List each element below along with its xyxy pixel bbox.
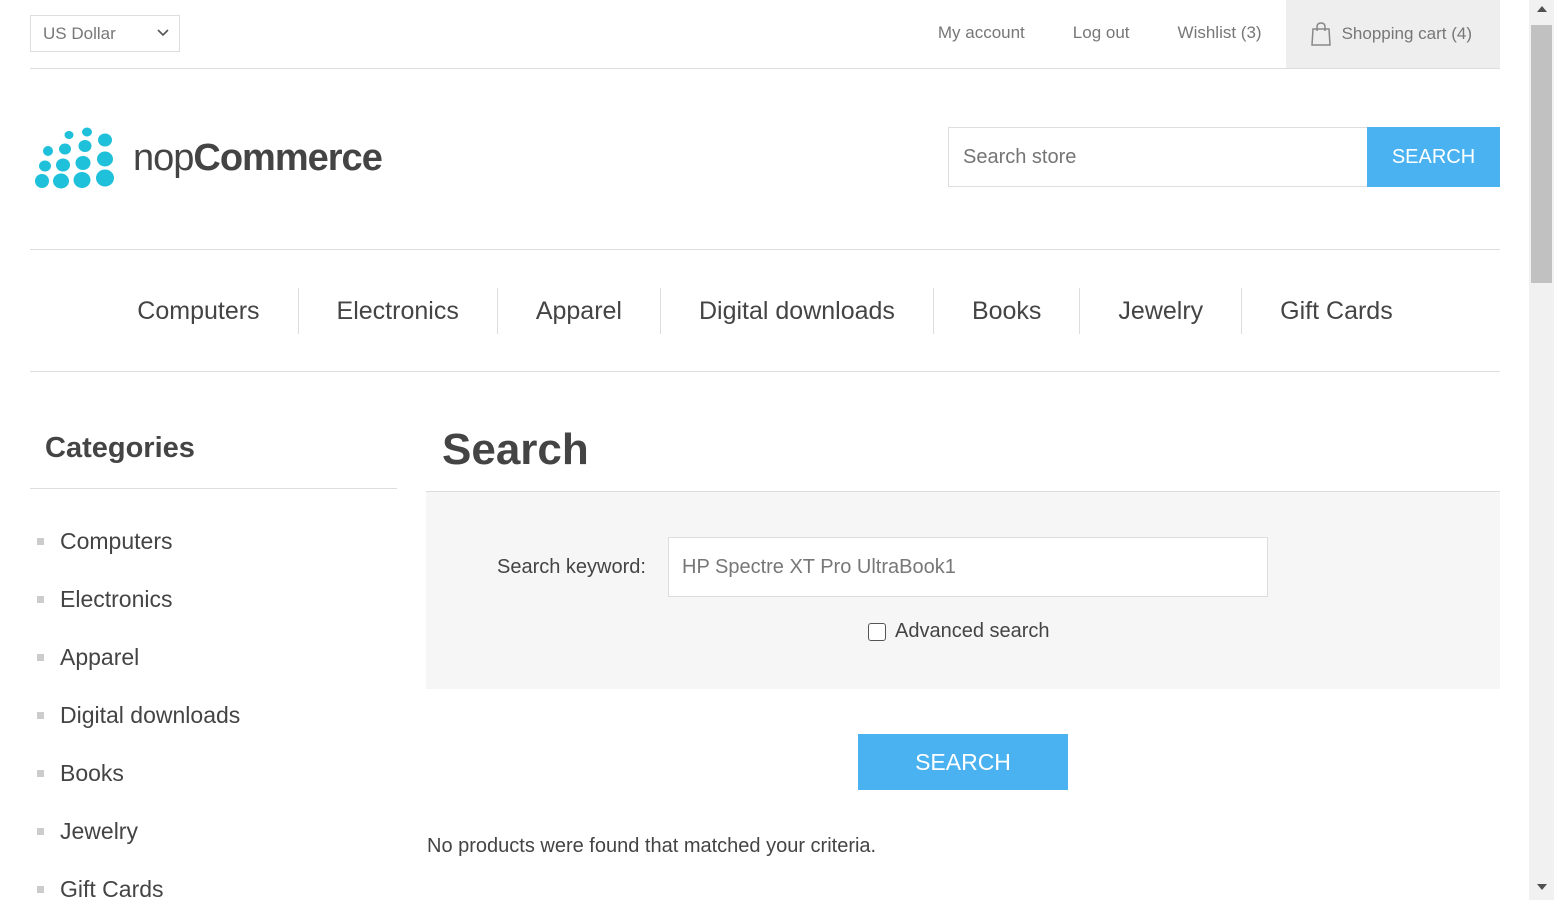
- bullet-icon: [37, 595, 44, 603]
- wishlist-link[interactable]: Wishlist (3): [1154, 0, 1286, 68]
- currency-select[interactable]: US Dollar: [30, 15, 180, 52]
- top-menu: Computers Electronics Apparel Digital do…: [30, 249, 1500, 372]
- sidebar-item-label: Gift Cards: [60, 875, 164, 900]
- logo-text-light: nop: [133, 136, 194, 179]
- bullet-icon: [37, 885, 44, 893]
- scroll-down-arrow-icon[interactable]: [1537, 884, 1547, 890]
- sidebar-item-books[interactable]: Books: [37, 744, 240, 802]
- top-menu-item-books[interactable]: Books: [932, 287, 1079, 334]
- bullet-icon: [37, 769, 44, 777]
- shopping-cart-label: Shopping cart (4): [1341, 24, 1472, 43]
- search-keyword-label: Search keyword:: [497, 556, 646, 578]
- currency-selected: US Dollar: [43, 24, 116, 43]
- sidebar-item-label: Computers: [60, 527, 173, 554]
- sidebar-item-apparel[interactable]: Apparel: [37, 628, 240, 686]
- top-menu-item-electronics[interactable]: Electronics: [297, 287, 497, 334]
- header-links: My account Log out Wishlist (3) Shopping…: [914, 0, 1500, 68]
- top-menu-item-gift-cards[interactable]: Gift Cards: [1241, 287, 1431, 334]
- search-button[interactable]: SEARCH: [858, 734, 1068, 790]
- top-menu-item-apparel[interactable]: Apparel: [496, 287, 660, 334]
- search-keyword-input[interactable]: [668, 537, 1268, 597]
- bullet-icon: [37, 653, 44, 661]
- top-menu-item-computers[interactable]: Computers: [99, 288, 297, 334]
- store-search-button[interactable]: SEARCH: [1367, 127, 1500, 187]
- page-title: Search: [442, 425, 589, 474]
- shopping-bag-icon: [1310, 22, 1331, 46]
- sidebar-item-label: Apparel: [60, 643, 140, 670]
- shopping-cart-link[interactable]: Shopping cart (4): [1285, 0, 1500, 68]
- my-account-link[interactable]: My account: [914, 0, 1049, 68]
- top-menu-item-digital-downloads[interactable]: Digital downloads: [659, 287, 933, 334]
- bullet-icon: [37, 537, 44, 545]
- sidebar-item-digital-downloads[interactable]: Digital downloads: [37, 686, 240, 744]
- header-upper: US Dollar My account Log out Wishlist (3…: [30, 0, 1500, 69]
- vertical-scrollbar[interactable]: [1529, 0, 1554, 900]
- sidebar-item-label: Books: [60, 759, 124, 786]
- sidebar-item-gift-cards[interactable]: Gift Cards: [37, 860, 240, 900]
- scroll-up-arrow-icon[interactable]: [1537, 6, 1547, 12]
- sidebar-item-label: Electronics: [60, 585, 173, 612]
- page: US Dollar My account Log out Wishlist (3…: [0, 0, 1554, 900]
- advanced-search-checkbox[interactable]: [868, 622, 886, 641]
- sidebar-item-computers[interactable]: Computers: [37, 512, 240, 570]
- store-logo[interactable]: nopCommerce: [33, 126, 383, 190]
- store-search-input[interactable]: [948, 127, 1368, 187]
- sidebar-divider: [30, 488, 397, 489]
- bullet-icon: [37, 827, 44, 835]
- sidebar-item-electronics[interactable]: Electronics: [37, 570, 240, 628]
- log-out-link[interactable]: Log out: [1049, 0, 1154, 68]
- scrollbar-thumb[interactable]: [1531, 25, 1552, 283]
- advanced-search-label[interactable]: Advanced search: [895, 620, 1050, 643]
- search-panel: Search keyword: Advanced search: [426, 492, 1500, 689]
- no-results-message: No products were found that matched your…: [427, 835, 877, 857]
- advanced-search-option: Advanced search: [868, 620, 1050, 643]
- sidebar-title: Categories: [45, 432, 195, 464]
- bullet-icon: [37, 711, 44, 719]
- logo-text: nopCommerce: [133, 136, 383, 180]
- sidebar-item-label: Jewelry: [60, 817, 138, 844]
- sidebar-item-label: Digital downloads: [60, 701, 241, 728]
- logo-dots-icon: [35, 127, 114, 189]
- category-list: Computers Electronics Apparel Digital do…: [37, 512, 240, 900]
- top-menu-item-jewelry[interactable]: Jewelry: [1079, 287, 1241, 334]
- sidebar-item-jewelry[interactable]: Jewelry: [37, 802, 240, 860]
- chevron-down-icon: [157, 29, 169, 37]
- logo-text-bold: Commerce: [193, 136, 382, 179]
